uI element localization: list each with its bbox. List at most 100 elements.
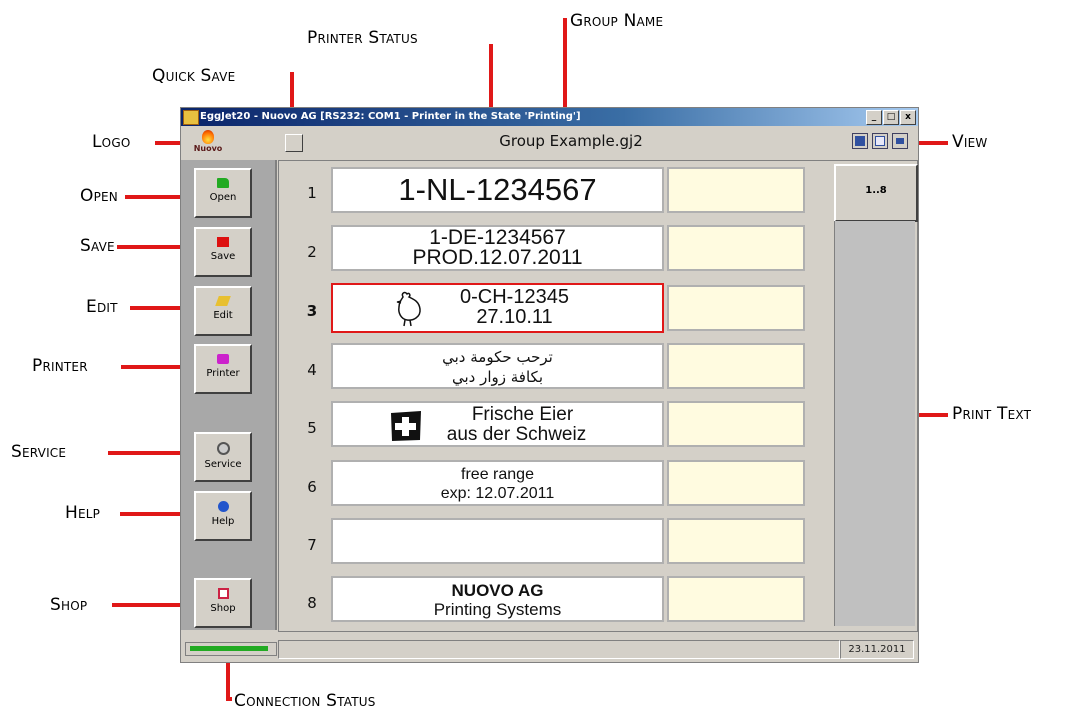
- print-line: 0-CH-12345: [460, 286, 569, 308]
- close-button[interactable]: x: [900, 110, 916, 125]
- gear-icon: [216, 442, 230, 455]
- callout-printer-status: Printer Status: [307, 28, 418, 48]
- view-list-icon[interactable]: [872, 133, 888, 149]
- group-selector-column: [834, 221, 915, 626]
- help-button[interactable]: Help: [194, 491, 252, 541]
- printer-label: Printer: [206, 368, 240, 379]
- print-text-cell[interactable]: [331, 518, 664, 564]
- callout-printer-line: [121, 365, 187, 369]
- callout-save-line: [117, 245, 187, 249]
- row-number: 5: [307, 419, 317, 437]
- print-line: 27.10.11: [476, 306, 553, 328]
- group-selector-tab[interactable]: 1..8: [834, 164, 918, 222]
- print-line: Printing Systems: [433, 600, 562, 619]
- row-info-cell[interactable]: [667, 285, 805, 331]
- callout-save: Save: [80, 236, 115, 256]
- callout-open: Open: [80, 186, 118, 206]
- minimize-button[interactable]: _: [866, 110, 882, 125]
- connection-status: [185, 642, 277, 656]
- print-text-cell[interactable]: ترحب حكومة دبي بكافة زوار دبي: [331, 343, 664, 389]
- shop-icon: [217, 588, 229, 599]
- print-text-cell[interactable]: 1-NL-1234567: [331, 167, 664, 213]
- row-number: 3: [306, 302, 318, 320]
- print-line: NUOVO AG: [451, 581, 544, 600]
- print-text-cell[interactable]: NUOVO AG Printing Systems: [331, 576, 664, 622]
- group-name: Group Example.gj2: [499, 132, 643, 150]
- callout-printer-status-line: [489, 44, 493, 108]
- print-line: Frische Eier: [471, 404, 574, 425]
- callout-connection-status: Connection Status: [234, 691, 376, 711]
- row-number: 4: [307, 361, 317, 379]
- logo-text: Nuovo: [193, 144, 223, 153]
- flame-icon: [202, 130, 214, 144]
- print-line: PROD.12.07.2011: [412, 246, 583, 269]
- callout-quick-save: Quick Save: [152, 66, 236, 86]
- view-detail-icon[interactable]: [892, 133, 908, 149]
- callout-printer: Printer: [32, 356, 88, 376]
- chicken-icon: [395, 291, 423, 327]
- callout-logo-line: [155, 141, 183, 145]
- print-text-cell[interactable]: free range exp: 12.07.2011: [331, 460, 664, 506]
- help-icon: [217, 501, 229, 512]
- row-info-cell[interactable]: [667, 518, 805, 564]
- row-number: 8: [307, 594, 317, 612]
- callout-shop: Shop: [50, 595, 88, 615]
- callout-logo: Logo: [92, 132, 131, 152]
- row-number: 7: [307, 536, 317, 554]
- quick-save-button[interactable]: [285, 134, 303, 152]
- edit-label: Edit: [213, 310, 233, 321]
- service-label: Service: [204, 459, 242, 470]
- row-info-cell[interactable]: [667, 343, 805, 389]
- nuovo-logo: Nuovo: [191, 130, 225, 156]
- row-info-cell[interactable]: [667, 576, 805, 622]
- callout-shop-line: [112, 603, 187, 607]
- maximize-button[interactable]: □: [883, 110, 899, 125]
- save-label: Save: [210, 251, 236, 262]
- print-text-cell-selected[interactable]: 0-CH-12345 27.10.11: [331, 283, 664, 333]
- row-info-cell[interactable]: [667, 460, 805, 506]
- print-line: ترحب حكومة دبي: [442, 348, 553, 366]
- row-number: 6: [307, 478, 317, 496]
- save-button[interactable]: Save: [194, 227, 252, 277]
- folder-icon: [217, 178, 229, 188]
- app-window: EggJet20 - Nuovo AG [RS232: COM1 - Print…: [180, 107, 919, 663]
- row-info-cell[interactable]: [667, 401, 805, 447]
- edit-button[interactable]: Edit: [194, 286, 252, 336]
- callout-print-text: Print Text: [952, 404, 1032, 424]
- shop-label: Shop: [210, 603, 236, 614]
- service-button[interactable]: Service: [194, 432, 252, 482]
- print-line: free range: [461, 466, 534, 483]
- status-bar: 23.11.2011: [181, 638, 918, 660]
- row-info-cell[interactable]: [667, 225, 805, 271]
- print-text-cell[interactable]: Frische Eier aus der Schweiz: [331, 401, 664, 447]
- shop-button[interactable]: Shop: [194, 578, 252, 628]
- open-button[interactable]: Open: [194, 168, 252, 218]
- callout-service-line: [108, 451, 187, 455]
- callout-edit-line: [130, 306, 187, 310]
- print-line: aus der Schweiz: [446, 424, 587, 445]
- save-icon: [217, 237, 229, 247]
- edit-icon: [215, 296, 231, 306]
- callout-edit: Edit: [86, 297, 118, 317]
- print-line: بكافة زوار دبي: [451, 368, 544, 386]
- print-line: 1-NL-1234567: [398, 172, 597, 207]
- status-message: [278, 640, 840, 659]
- window-title: EggJet20 - Nuovo AG [RS232: COM1 - Print…: [200, 111, 581, 122]
- help-label: Help: [211, 516, 235, 527]
- view-buttons: [852, 133, 908, 149]
- status-date: 23.11.2011: [840, 640, 914, 659]
- view-large-icon[interactable]: [852, 133, 868, 149]
- connection-indicator: [190, 646, 268, 651]
- title-bar[interactable]: EggJet20 - Nuovo AG [RS232: COM1 - Print…: [181, 108, 918, 126]
- callout-view: View: [952, 132, 988, 152]
- callout-group-name: Group Name: [570, 11, 664, 31]
- left-toolbar: Open Save Edit Printer Service Help Shop: [181, 160, 277, 630]
- app-icon: [183, 110, 199, 125]
- callout-connection-status-hline: [226, 697, 232, 701]
- callout-help-line: [120, 512, 187, 516]
- row-info-cell[interactable]: [667, 167, 805, 213]
- printer-button[interactable]: Printer: [194, 344, 252, 394]
- swiss-cross-icon: [389, 410, 423, 442]
- print-line: exp: 12.07.2011: [440, 485, 555, 502]
- print-text-cell[interactable]: 1-DE-1234567 PROD.12.07.2011: [331, 225, 664, 271]
